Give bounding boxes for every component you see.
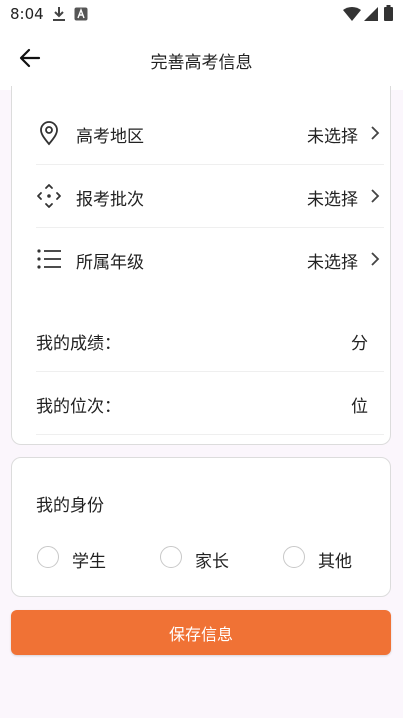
save-button[interactable]: 保存信息	[11, 610, 391, 655]
grade-label: 所属年级	[76, 253, 144, 273]
rank-input[interactable]	[126, 387, 344, 419]
page-title: 完善高考信息	[150, 53, 253, 73]
battery-icon	[384, 5, 393, 25]
signal-icon	[364, 6, 378, 25]
chevron-right-icon	[368, 124, 382, 142]
status-time: 8:04	[10, 5, 44, 23]
app-bar: 完善高考信息	[0, 28, 403, 90]
score-input[interactable]	[126, 324, 344, 356]
download-icon	[52, 6, 66, 26]
radio-circle[interactable]	[283, 546, 305, 568]
radio-circle[interactable]	[160, 546, 182, 568]
score-unit: 分	[351, 334, 368, 354]
exam-region-value: 未选择	[307, 127, 358, 147]
admission-batch-value: 未选择	[307, 190, 358, 210]
chevron-right-icon	[368, 250, 382, 268]
identity-card: 我的身份 学生 家长 其他	[11, 457, 391, 597]
radio-other-label: 其他	[318, 552, 352, 572]
a-box-icon	[74, 6, 88, 25]
identity-title: 我的身份	[36, 496, 104, 516]
admission-batch-label: 报考批次	[76, 190, 144, 210]
wifi-icon	[343, 6, 361, 25]
score-label: 我的成绩：	[36, 334, 121, 354]
rank-unit: 位	[351, 397, 368, 417]
location-pin-icon	[36, 120, 62, 146]
rank-row: 我的位次： 位	[36, 371, 384, 435]
exam-info-card: 高考地区 未选择 报考批次 未选择 所属年级 未选择 我的成绩： 分 我的位次：	[11, 86, 391, 445]
status-bar: 8:04	[0, 0, 403, 28]
crosshair-dashed-icon	[36, 183, 62, 209]
radio-student-label: 学生	[72, 552, 106, 572]
exam-region-label: 高考地区	[76, 127, 144, 147]
list-icon	[36, 246, 62, 272]
radio-parent-label: 家长	[195, 552, 229, 572]
radio-circle[interactable]	[37, 546, 59, 568]
chevron-right-icon	[368, 187, 382, 205]
select-admission-batch[interactable]: 报考批次 未选择	[36, 164, 384, 228]
select-exam-region[interactable]: 高考地区 未选择	[36, 101, 384, 165]
rank-label: 我的位次：	[36, 397, 121, 417]
grade-value: 未选择	[307, 253, 358, 273]
select-grade[interactable]: 所属年级 未选择	[36, 227, 384, 290]
score-row: 我的成绩： 分	[36, 308, 384, 372]
